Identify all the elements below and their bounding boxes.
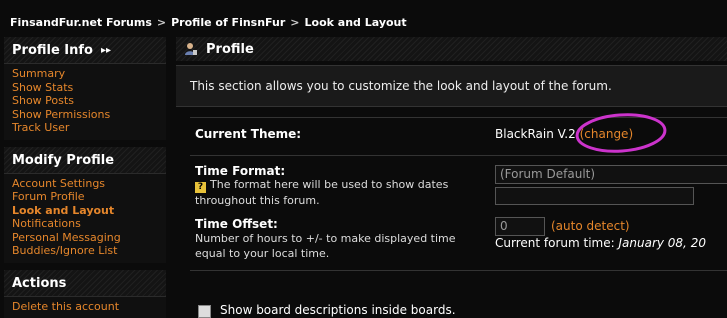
highlight-circle [574,107,674,155]
sidebar-item-show-permissions[interactable]: Show Permissions [12,108,166,122]
time-offset-input[interactable]: 0 [495,217,545,236]
sidebar-links-profile-info: Summary Show Stats Show Posts Show Permi… [4,64,166,140]
help-icon[interactable]: ? [195,182,206,193]
auto-detect-link[interactable]: (auto detect) [551,219,630,233]
divider [190,155,727,156]
current-theme-label: Current Theme: [195,127,301,141]
sidebar-heading-label: Actions [12,276,66,291]
profile-sidebar: Profile Info ▸▸ Summary Show Stats Show … [4,37,166,314]
sidebar-item-look-and-layout[interactable]: Look and Layout [12,204,166,218]
time-offset-description: Number of hours to +/- to make displayed… [195,231,485,261]
time-offset-label: Time Offset: [195,217,278,231]
current-forum-time: Current forum time: January 08, 20 [495,236,706,250]
board-descriptions-checkbox[interactable] [198,305,211,318]
sidebar-heading-label: Profile Info [12,43,93,58]
user-profile-icon [184,42,198,56]
sidebar-heading-profile-info: Profile Info ▸▸ [4,37,166,64]
time-format-help: ?The format here will be used to show da… [195,177,485,208]
breadcrumb-separator: > [290,16,299,29]
board-descriptions-label: Show board descriptions inside boards. [220,303,456,317]
time-format-input[interactable] [495,187,694,205]
double-chevron-right-icon[interactable]: ▸▸ [101,45,111,56]
sidebar-heading-modify-profile: Modify Profile [4,147,166,174]
sidebar-heading-actions: Actions [4,270,166,297]
current-theme-value: BlackRain V.2 [495,127,576,141]
look-and-layout-form: Current Theme: BlackRain V.2 (change) Ti… [176,107,727,307]
current-time-label: Current forum time: [495,236,615,250]
sidebar-item-personal-messaging[interactable]: Personal Messaging [12,231,166,245]
time-format-label: Time Format: [195,164,285,178]
breadcrumb: FinsandFur.net Forums > Profile of FinsnFu… [10,16,407,29]
sidebar-item-show-stats[interactable]: Show Stats [12,81,166,95]
breadcrumb-profile[interactable]: Profile of FinsnFur [171,16,285,29]
time-format-select[interactable]: (Forum Default) [495,165,727,184]
breadcrumb-current[interactable]: Look and Layout [305,16,407,29]
main-header: Profile [176,37,727,61]
sidebar-heading-label: Modify Profile [12,153,114,168]
page-title: Profile [206,42,254,57]
sidebar-item-show-posts[interactable]: Show Posts [12,94,166,108]
sidebar-links-actions: Delete this account [4,297,166,318]
sidebar-item-forum-profile[interactable]: Forum Profile [12,190,166,204]
breadcrumb-separator: > [157,16,166,29]
sidebar-item-summary[interactable]: Summary [12,67,166,81]
sidebar-item-notifications[interactable]: Notifications [12,217,166,231]
sidebar-item-buddies-ignore-list[interactable]: Buddies/Ignore List [12,244,166,258]
intro-text: This section allows you to customize the… [176,65,727,107]
breadcrumb-forums[interactable]: FinsandFur.net Forums [10,16,152,29]
sidebar-item-track-user[interactable]: Track User [12,121,166,135]
sidebar-item-account-settings[interactable]: Account Settings [12,177,166,191]
divider [190,270,727,271]
time-format-description: The format here will be used to show dat… [195,178,448,207]
main-panel: Profile This section allows you to custo… [176,37,727,314]
sidebar-links-modify-profile: Account Settings Forum Profile Look and … [4,174,166,263]
current-time-value: January 08, 20 [618,236,705,250]
sidebar-item-delete-account[interactable]: Delete this account [12,300,166,314]
